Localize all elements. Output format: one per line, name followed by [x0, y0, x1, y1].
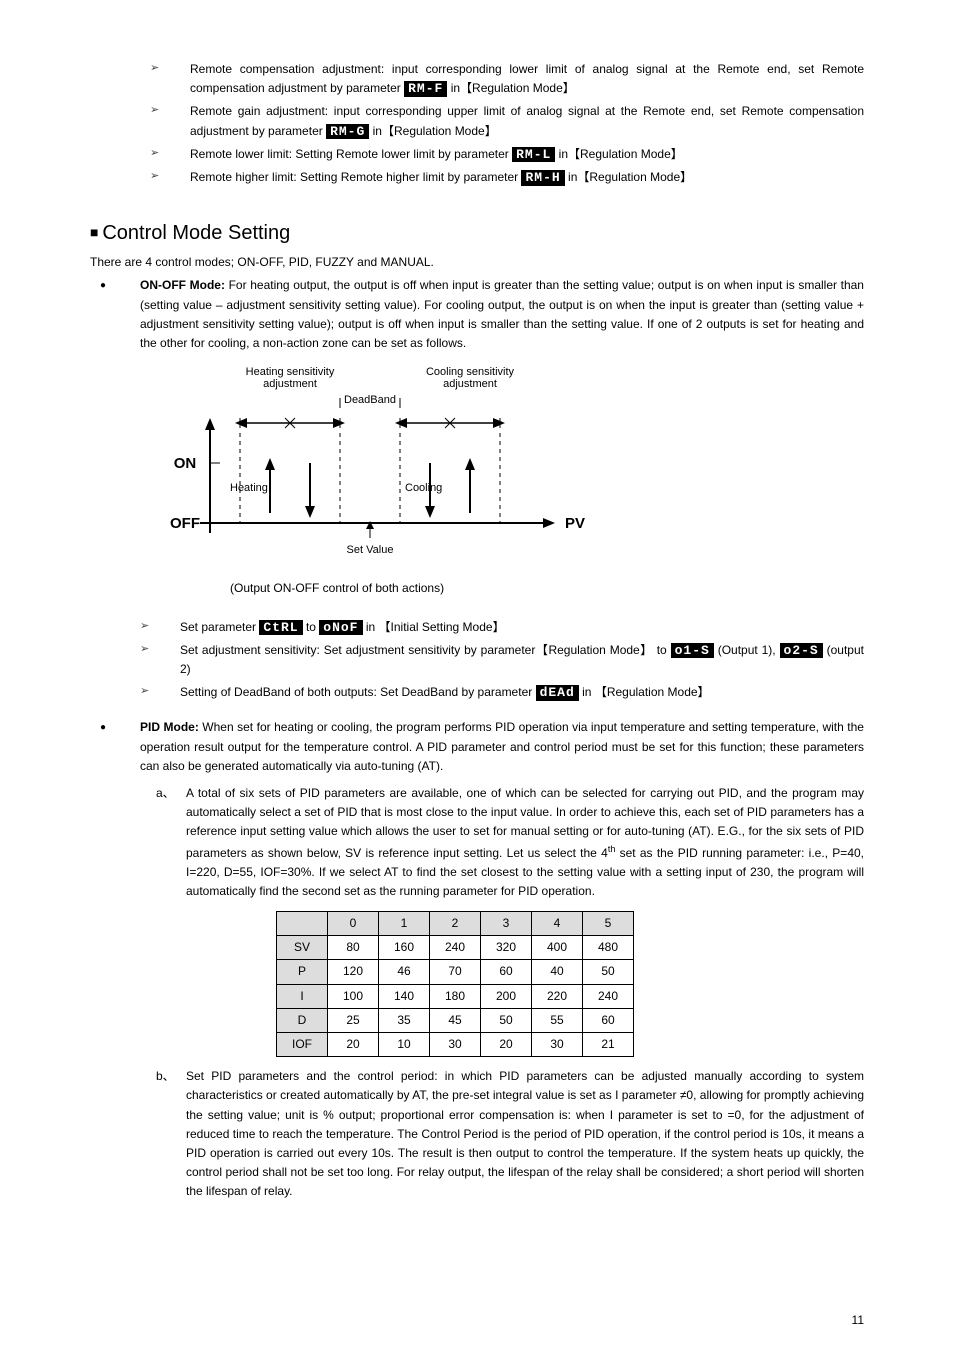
table-row: SV80160240320400480	[277, 936, 634, 960]
list-item: Setting of DeadBand of both outputs: Set…	[140, 683, 864, 702]
table-row: P1204670604050	[277, 960, 634, 984]
lcd-param: RM-L	[512, 147, 555, 163]
lcd-param: CtRL	[259, 620, 302, 636]
list-item: Remote compensation adjustment: input co…	[150, 60, 864, 98]
list-item: Remote gain adjustment: input correspond…	[150, 102, 864, 140]
mode-list: ON-OFF Mode: For heating output, the out…	[90, 276, 864, 1201]
list-item: Remote higher limit: Setting Remote high…	[150, 168, 864, 187]
list-item: b、 Set PID parameters and the control pe…	[156, 1067, 864, 1201]
label-sv: Set Value	[347, 544, 394, 556]
label-cooling: Cooling	[405, 482, 442, 494]
section-heading: Control Mode Setting	[90, 217, 864, 249]
list-item: a、 A total of six sets of PID parameters…	[156, 784, 864, 1057]
onoff-diagram: Heating sensitivityadjustment Cooling se…	[170, 363, 550, 569]
label-deadband: DeadBand	[344, 394, 396, 406]
remote-adjustment-list: Remote compensation adjustment: input co…	[90, 60, 864, 187]
label-on: ON	[174, 455, 197, 472]
page-number: 11	[852, 1311, 864, 1330]
onoff-mode-block: ON-OFF Mode: For heating output, the out…	[100, 276, 864, 702]
diagram-caption: (Output ON-OFF control of both actions)	[230, 579, 864, 598]
pid-table: 0 1 2 3 4 5 SV80160240320400480 P1204670…	[276, 911, 634, 1057]
pid-sublist: a、 A total of six sets of PID parameters…	[140, 784, 864, 1202]
lcd-param: RM-H	[521, 170, 564, 186]
lcd-param: o2-S	[780, 643, 823, 659]
table-row: IOF201030203021	[277, 1033, 634, 1057]
table-row: 0 1 2 3 4 5	[277, 912, 634, 936]
table-row: D253545505560	[277, 1008, 634, 1032]
mode-title: ON-OFF Mode:	[140, 278, 225, 292]
label-heating: Heating	[230, 482, 268, 494]
lcd-param: RM-F	[404, 81, 447, 97]
table-row: I100140180200220240	[277, 984, 634, 1008]
lcd-param: RM-G	[326, 124, 369, 140]
list-item: Set adjustment sensitivity: Set adjustme…	[140, 641, 864, 679]
label-off: OFF	[170, 515, 200, 532]
list-item: Set parameter CtRL to oNoF in 【Initial S…	[140, 618, 864, 637]
section-intro: There are 4 control modes; ON-OFF, PID, …	[90, 253, 864, 272]
pid-mode-block: PID Mode: When set for heating or coolin…	[100, 718, 864, 1201]
label-pv: PV	[565, 515, 585, 532]
mode-title: PID Mode:	[140, 720, 199, 734]
list-item: Remote lower limit: Setting Remote lower…	[150, 145, 864, 164]
label-cool-sens: Cooling sensitivityadjustment	[426, 366, 515, 390]
lcd-param: o1-S	[671, 643, 714, 659]
onoff-sublist: Set parameter CtRL to oNoF in 【Initial S…	[140, 618, 864, 703]
label-heat-sens: Heating sensitivityadjustment	[246, 366, 335, 390]
lcd-param: oNoF	[319, 620, 362, 636]
lcd-param: dEAd	[536, 685, 579, 701]
diagram-svg: Heating sensitivityadjustment Cooling se…	[170, 363, 590, 563]
